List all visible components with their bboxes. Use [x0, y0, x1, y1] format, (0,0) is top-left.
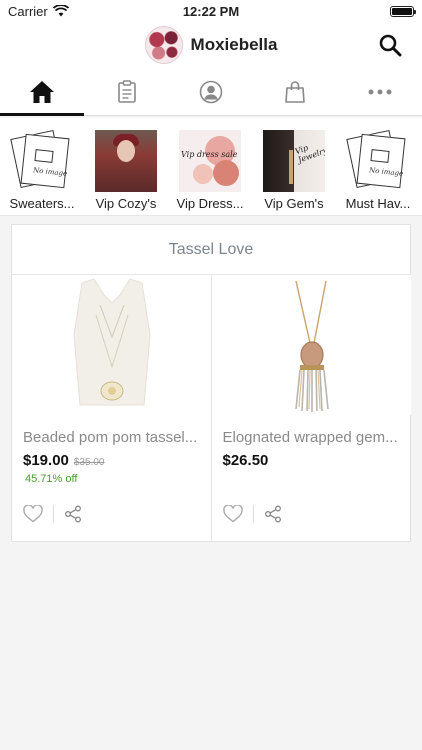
status-left: Carrier	[8, 4, 69, 19]
share-icon[interactable]	[264, 505, 282, 523]
heart-icon[interactable]	[23, 505, 43, 523]
brand-name: Moxiebella	[190, 35, 278, 54]
brand[interactable]: Moxiebella	[144, 26, 278, 64]
user-icon	[199, 80, 223, 103]
category-item[interactable]: Vip Jewelry Vip Gem's	[252, 118, 336, 215]
tab-bag[interactable]	[253, 68, 337, 115]
category-item[interactable]: Vip dress sale Vip Dress...	[168, 118, 252, 215]
share-icon[interactable]	[64, 505, 82, 523]
status-bar: Carrier 12:22 PM	[0, 0, 422, 22]
discount-badge: 45.71% off	[25, 473, 78, 485]
product-price: $26.50	[222, 452, 269, 469]
more-icon	[368, 89, 392, 94]
action-divider	[252, 505, 254, 523]
product-actions	[23, 505, 82, 523]
category-item[interactable]: Vip Cozy's	[84, 118, 168, 215]
heart-icon[interactable]	[222, 505, 243, 523]
category-carousel[interactable]: No image Sweaters... Vip Cozy's Vip dres…	[0, 118, 422, 216]
no-image-placeholder: No image	[10, 129, 73, 192]
category-label: Vip Dress...	[176, 196, 244, 211]
product-price: $19.00	[23, 452, 69, 469]
price-row: $19.00 $35.00	[23, 452, 104, 469]
tab-account[interactable]	[169, 68, 253, 115]
price-row: $26.50	[223, 452, 269, 469]
home-icon	[30, 80, 55, 103]
product-name: Elognated wrapped gem...	[222, 429, 398, 446]
product-image	[12, 275, 211, 415]
shopping-bag-icon	[285, 80, 306, 103]
battery-icon	[390, 5, 416, 17]
product-image	[211, 275, 411, 415]
wifi-icon	[52, 5, 69, 17]
no-image-placeholder: No image	[346, 129, 409, 192]
search-icon[interactable]	[378, 33, 402, 57]
product-old-price: $35.00	[73, 457, 105, 468]
carrier-label: Carrier	[8, 3, 48, 19]
category-label: Vip Gem's	[264, 196, 324, 211]
action-divider	[53, 505, 54, 523]
product-name: Beaded pom pom tassel...	[23, 429, 198, 446]
category-label: Sweaters...	[9, 196, 75, 211]
category-item[interactable]: No image Must Hav...	[336, 118, 420, 215]
brand-logo	[144, 26, 183, 64]
section-title[interactable]: Tassel Love	[12, 225, 410, 275]
category-label: Vip Cozy's	[95, 196, 157, 211]
clipboard-icon	[117, 79, 136, 103]
category-label: Must Hav...	[345, 196, 411, 211]
tab-bar	[0, 68, 422, 116]
product-card[interactable]: Beaded pom pom tassel... $19.00 $35.00 4…	[12, 275, 211, 542]
product-grid: Beaded pom pom tassel... $19.00 $35.00 4…	[12, 275, 411, 542]
tab-orders[interactable]	[84, 68, 168, 115]
tab-home[interactable]	[0, 68, 85, 116]
tab-more[interactable]	[338, 68, 422, 115]
product-actions	[222, 505, 282, 523]
app-header: Moxiebella	[0, 22, 422, 68]
category-image: Vip dress sale	[179, 130, 241, 192]
category-image: Vip Jewelry	[263, 130, 325, 192]
category-item[interactable]: No image Sweaters...	[0, 118, 84, 215]
category-image	[95, 130, 157, 192]
product-card[interactable]: Elognated wrapped gem... $26.50	[210, 275, 411, 542]
product-section: Tassel Love Beaded pom pom tassel... $19…	[11, 224, 411, 542]
